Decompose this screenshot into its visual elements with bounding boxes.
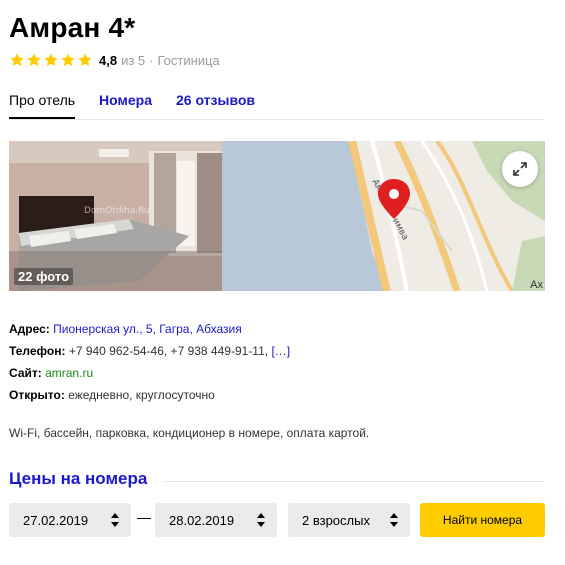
- hotel-title: Амран 4*: [9, 12, 136, 43]
- site-row: Сайт: amran.ru: [9, 362, 290, 384]
- site-link[interactable]: amran.ru: [45, 366, 93, 380]
- star-icon: [78, 53, 92, 67]
- tab-reviews[interactable]: 26 отзывов: [176, 92, 255, 120]
- tabs-divider: [9, 119, 545, 120]
- checkin-date-value: 27.02.2019: [23, 512, 89, 528]
- open-hours-value: ежедневно, круглосуточно: [68, 388, 215, 402]
- phone-value: +7 940 962-54-46, +7 938 449-91-11,: [68, 344, 269, 358]
- phone-more-link[interactable]: […]: [271, 344, 290, 358]
- star-icon: [27, 53, 41, 67]
- phone-row: Телефон: +7 940 962-54-46, +7 938 449-91…: [9, 340, 290, 362]
- map-corner-label: Ах: [530, 279, 543, 291]
- up-down-arrows-icon: [257, 513, 265, 527]
- phone-label: Телефон:: [9, 344, 66, 358]
- map-preview[interactable]: Аминкоб имва Ах: [222, 141, 545, 291]
- checkout-date-select[interactable]: 28.02.2019: [155, 503, 277, 537]
- rating-row: 4,8 из 5 · Гостиница: [9, 52, 220, 68]
- rating-stars: [9, 52, 93, 68]
- star-icon: [10, 53, 24, 67]
- address-label: Адрес:: [9, 322, 50, 336]
- prices-divider: [163, 481, 545, 482]
- expand-arrows-icon: [513, 162, 527, 176]
- checkin-date-select[interactable]: 27.02.2019: [9, 503, 131, 537]
- photo-watermark: DomOtdiha.Ru: [84, 206, 150, 216]
- hotel-info: Адрес: Пионерская ул., 5, Гагра, Абхазия…: [9, 318, 290, 406]
- hotel-category: Гостиница: [157, 52, 220, 68]
- up-down-arrows-icon: [111, 513, 119, 527]
- find-rooms-button[interactable]: Найти номера: [420, 503, 545, 537]
- tab-about[interactable]: Про отель: [9, 92, 76, 120]
- guests-value: 2 взрослых: [302, 512, 370, 528]
- open-label: Открыто:: [9, 388, 65, 402]
- map-image: Аминкоб имва: [222, 141, 545, 291]
- site-label: Сайт:: [9, 366, 42, 380]
- media-strip: DomOtdiha.Ru 22 фото Аминкоб имва: [9, 141, 545, 291]
- photo-count[interactable]: 22 фото: [14, 268, 74, 285]
- tab-rooms[interactable]: Номера: [99, 92, 152, 120]
- tab-bar: Про отель Номера 26 отзывов: [9, 92, 279, 120]
- star-icon: [61, 53, 75, 67]
- rating-separator: ·: [149, 52, 154, 68]
- prices-title: Цены на номера: [9, 469, 148, 488]
- guests-select[interactable]: 2 взрослых: [288, 503, 410, 537]
- open-hours-row: Открыто: ежедневно, круглосуточно: [9, 384, 290, 406]
- rating-value: 4,8: [99, 52, 118, 68]
- star-icon: [44, 53, 58, 67]
- amenities-text: Wi-Fi, бассейн, парковка, кондиционер в …: [9, 426, 370, 440]
- rating-scale: из 5: [121, 52, 146, 68]
- checkout-date-value: 28.02.2019: [169, 512, 235, 528]
- up-down-arrows-icon: [390, 513, 398, 527]
- date-range-dash: [137, 518, 151, 519]
- address-row: Адрес: Пионерская ул., 5, Гагра, Абхазия: [9, 318, 290, 340]
- map-expand-button[interactable]: [502, 151, 538, 187]
- hotel-photo[interactable]: DomOtdiha.Ru 22 фото: [9, 141, 222, 291]
- address-link[interactable]: Пионерская ул., 5, Гагра, Абхазия: [53, 322, 242, 336]
